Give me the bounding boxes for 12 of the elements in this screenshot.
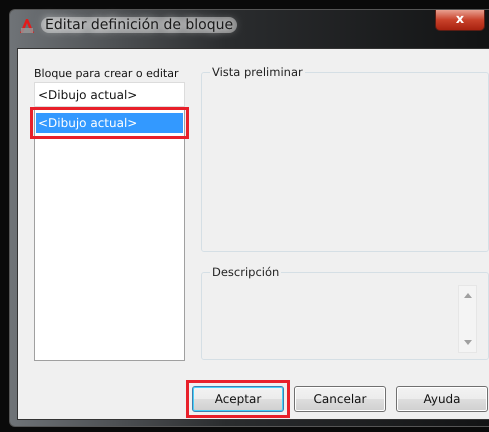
app-logo-icon: [19, 18, 35, 34]
dialog-button[interactable]: Aceptar: [192, 386, 284, 412]
block-name-field[interactable]: <Dibujo actual>: [34, 82, 185, 107]
field-label: Bloque para crear o editar: [34, 67, 180, 80]
dialog-button[interactable]: Cancelar: [294, 386, 386, 412]
scroll-down-icon[interactable]: [464, 340, 472, 345]
scrollbar[interactable]: [458, 285, 477, 353]
close-button[interactable]: x: [435, 10, 485, 31]
dialog-button[interactable]: Ayuda: [396, 386, 488, 412]
scroll-up-icon[interactable]: [464, 293, 472, 298]
group-title: Vista preliminar: [210, 65, 305, 79]
group-title: Descripción: [210, 265, 282, 279]
